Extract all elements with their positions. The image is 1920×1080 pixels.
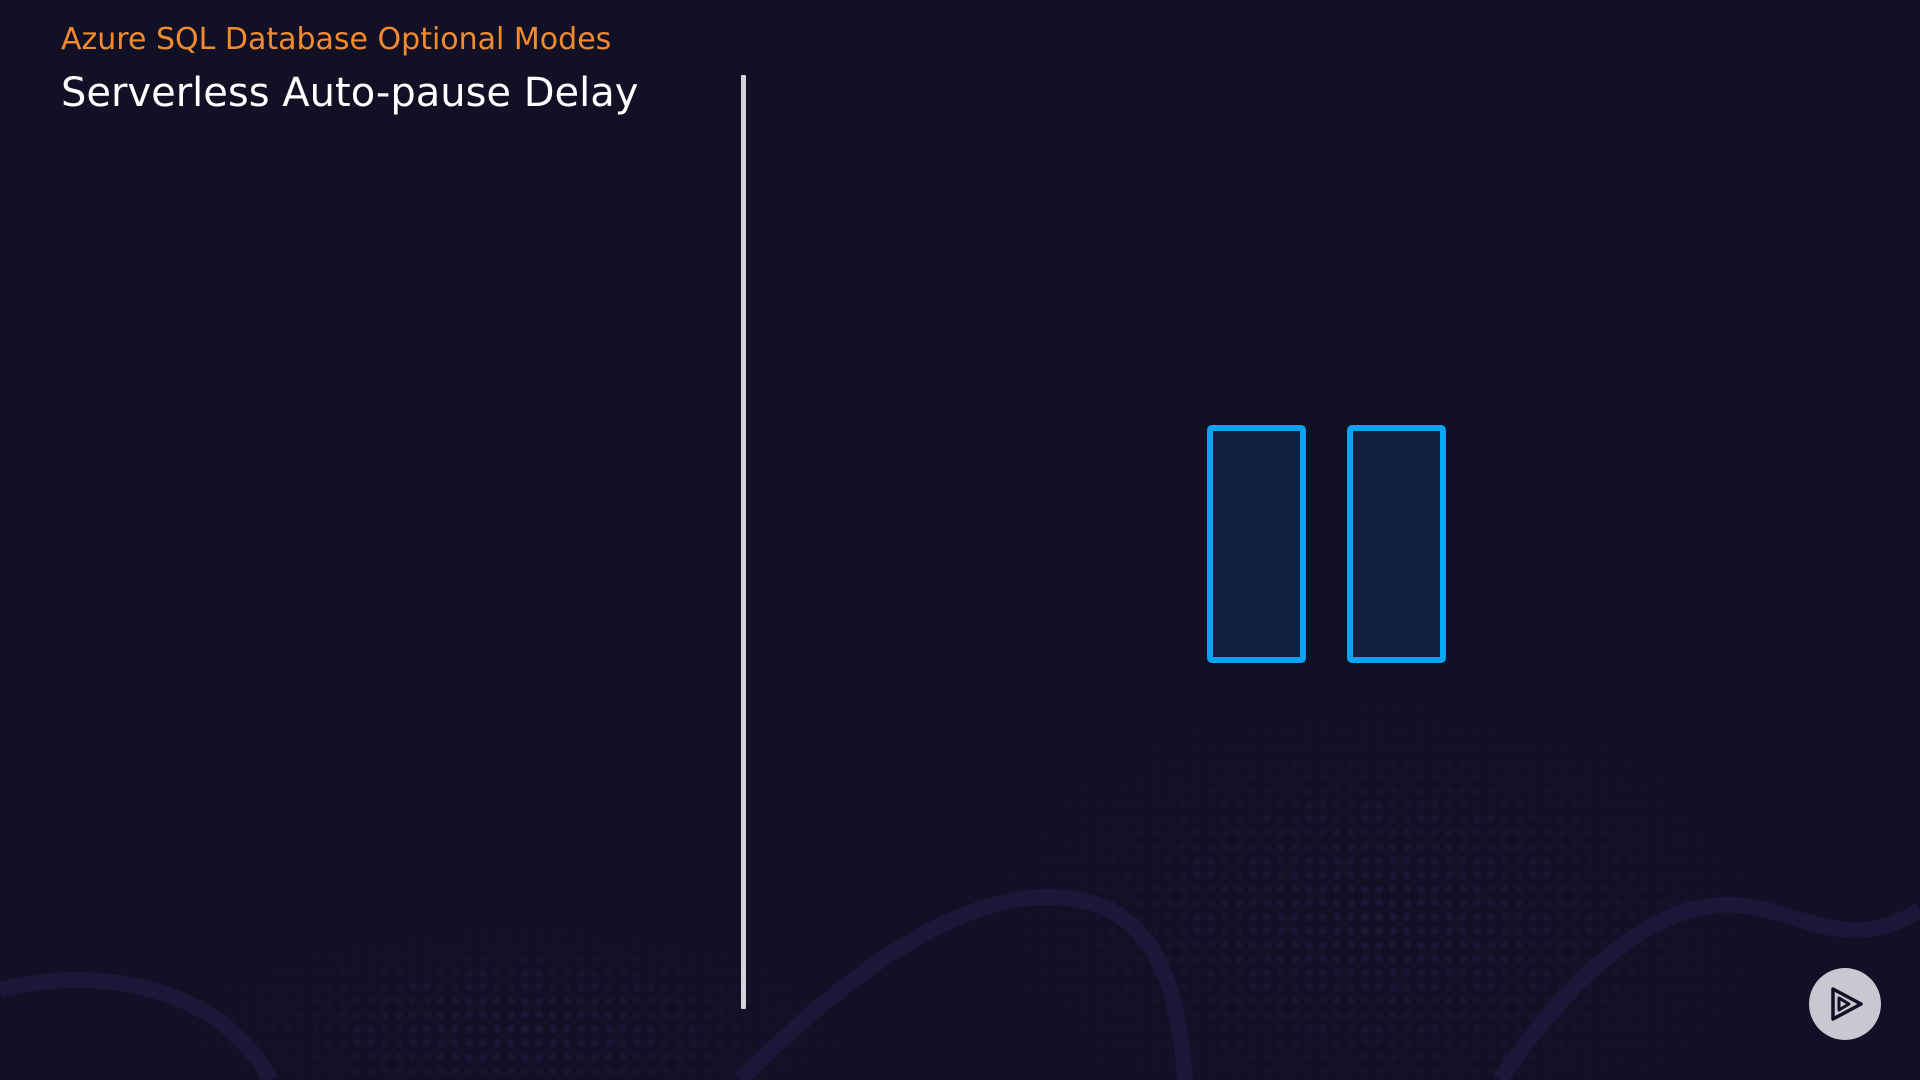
play-logo-button[interactable]	[1809, 968, 1881, 1040]
slide: Azure SQL Database Optional Modes Server…	[0, 0, 1920, 1080]
pause-bar-left	[1207, 425, 1306, 663]
background-pattern	[0, 0, 1920, 1080]
section-title: Azure SQL Database Optional Modes	[61, 22, 612, 57]
vertical-divider	[741, 75, 746, 1009]
slide-title: Serverless Auto-pause Delay	[61, 70, 639, 116]
play-logo-icon	[1831, 987, 1863, 1021]
pause-bar-right	[1347, 425, 1446, 663]
